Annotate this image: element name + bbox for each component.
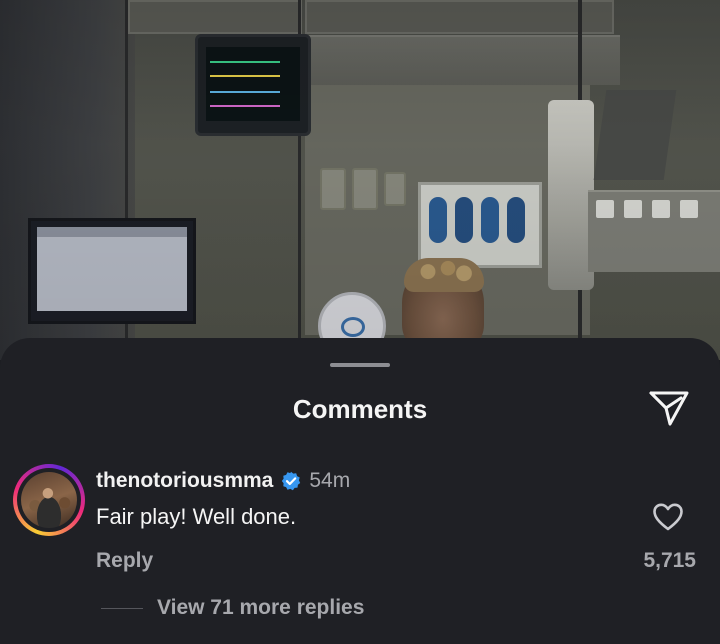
reply-button[interactable]: Reply (96, 549, 153, 573)
sheet-title: Comments (292, 394, 428, 424)
replies-divider (101, 607, 143, 609)
screen: Comments thenotoriousmma 54m Fair play! … (0, 0, 720, 644)
share-button[interactable] (646, 388, 692, 428)
view-more-replies[interactable]: View 71 more replies (101, 596, 364, 620)
verified-badge-icon (281, 471, 301, 491)
post-photo (0, 0, 720, 360)
comment-username[interactable]: thenotoriousmma (96, 469, 273, 493)
comments-sheet: Comments thenotoriousmma 54m Fair play! … (0, 338, 720, 644)
paper-plane-icon (649, 391, 689, 426)
sheet-grabber[interactable] (330, 363, 390, 367)
comment-time: 54m (309, 469, 351, 492)
avatar[interactable] (13, 464, 85, 536)
comment-text: Fair play! Well done. (96, 504, 297, 529)
like-count: 5,715 (643, 549, 696, 572)
like-button[interactable] (650, 500, 686, 534)
comment-item: thenotoriousmma 54m Fair play! Well done… (0, 458, 720, 628)
heart-outline-icon (653, 503, 683, 531)
view-more-replies-label: View 71 more replies (157, 596, 365, 619)
comment-meta: thenotoriousmma 54m (96, 468, 350, 494)
